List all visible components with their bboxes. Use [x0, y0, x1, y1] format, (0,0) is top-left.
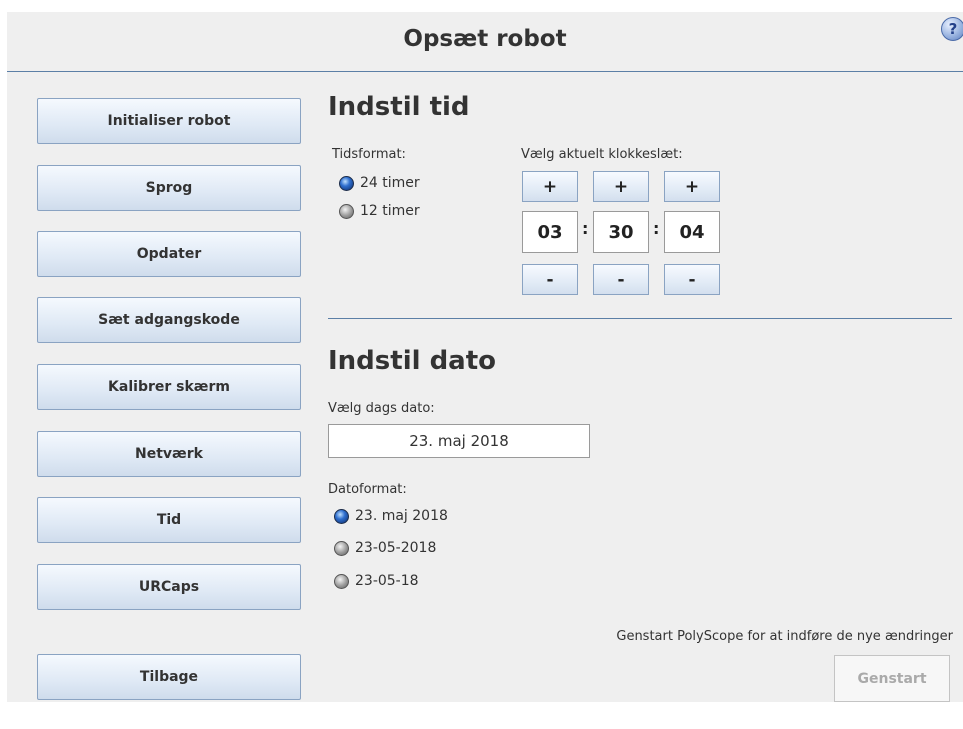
radio-date-short-numeric[interactable]: 23-05-18	[334, 573, 419, 589]
back-button[interactable]: Tilbage	[37, 654, 301, 700]
minutes-decrement-button[interactable]: -	[593, 264, 649, 295]
clock-label: Vælg aktuelt klokkeslæt:	[521, 147, 683, 162]
date-field[interactable]: 23. maj 2018	[328, 424, 590, 458]
minutes-field[interactable]: 30	[593, 211, 649, 253]
seconds-field[interactable]: 04	[664, 211, 720, 253]
section-divider	[328, 318, 952, 319]
radio-unselected-icon	[334, 573, 349, 589]
sidebar-item-set-password[interactable]: Sæt adgangskode	[37, 297, 301, 343]
radio-date-long[interactable]: 23. maj 2018	[334, 508, 448, 524]
restart-message: Genstart PolyScope for at indføre de nye…	[616, 629, 953, 644]
radio-selected-icon	[339, 175, 354, 191]
sidebar-item-initialize-robot[interactable]: Initialiser robot	[37, 98, 301, 144]
time-separator: :	[582, 219, 589, 238]
date-section-title: Indstil dato	[328, 346, 497, 376]
radio-12h-label: 12 timer	[360, 203, 420, 219]
radio-unselected-icon	[334, 540, 349, 556]
header: Opsæt robot ?	[7, 12, 963, 72]
page-title: Opsæt robot	[403, 26, 567, 52]
sidebar-item-calibrate-screen[interactable]: Kalibrer skærm	[37, 364, 301, 410]
seconds-decrement-button[interactable]: -	[664, 264, 720, 295]
seconds-increment-button[interactable]: +	[664, 171, 720, 202]
sidebar-item-urcaps[interactable]: URCaps	[37, 564, 301, 610]
minutes-increment-button[interactable]: +	[593, 171, 649, 202]
hours-field[interactable]: 03	[522, 211, 578, 253]
app-window: Opsæt robot ? Initialiser robot Sprog Op…	[7, 12, 963, 702]
time-section-title: Indstil tid	[328, 92, 470, 122]
radio-12h[interactable]: 12 timer	[339, 203, 420, 219]
date-format-label: Datoformat:	[328, 482, 407, 497]
radio-selected-icon	[334, 508, 349, 524]
radio-24h-label: 24 timer	[360, 175, 420, 191]
sidebar-item-time[interactable]: Tid	[37, 497, 301, 543]
hours-decrement-button[interactable]: -	[522, 264, 578, 295]
radio-date-full-numeric[interactable]: 23-05-2018	[334, 540, 436, 556]
radio-unselected-icon	[339, 203, 354, 219]
radio-24h[interactable]: 24 timer	[339, 175, 420, 191]
date-select-label: Vælg dags dato:	[328, 401, 435, 416]
sidebar-item-language[interactable]: Sprog	[37, 165, 301, 211]
restart-button[interactable]: Genstart	[834, 655, 950, 702]
radio-date-long-label: 23. maj 2018	[355, 508, 448, 524]
time-format-label: Tidsformat:	[332, 147, 406, 162]
radio-date-short-numeric-label: 23-05-18	[355, 573, 419, 589]
radio-date-full-numeric-label: 23-05-2018	[355, 540, 437, 556]
help-icon[interactable]: ?	[941, 17, 963, 41]
sidebar-item-network[interactable]: Netværk	[37, 431, 301, 477]
hours-increment-button[interactable]: +	[522, 171, 578, 202]
time-separator: :	[653, 219, 660, 238]
sidebar-item-update[interactable]: Opdater	[37, 231, 301, 277]
